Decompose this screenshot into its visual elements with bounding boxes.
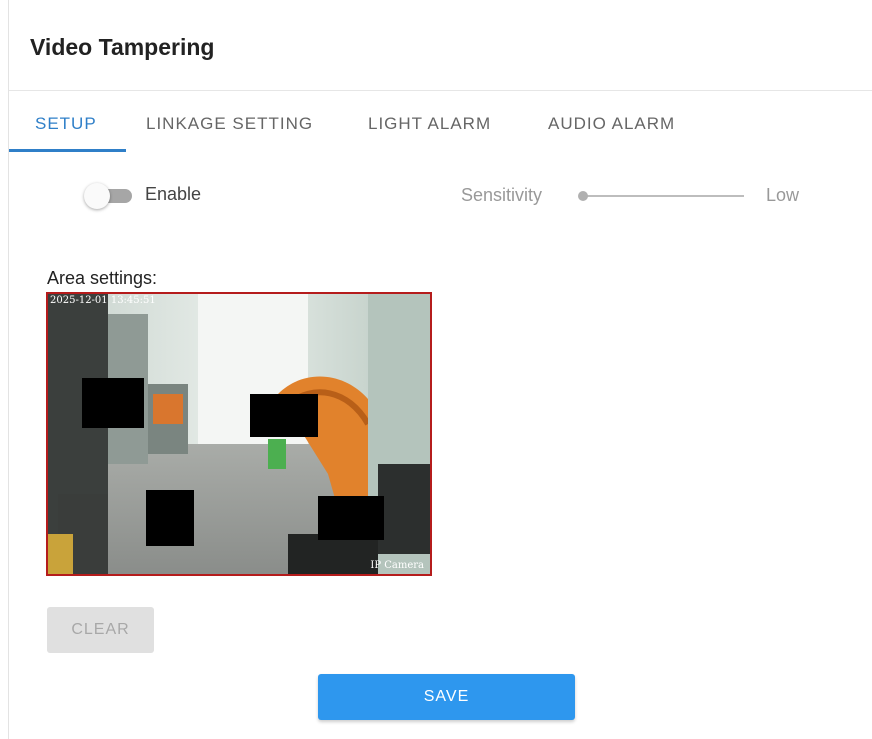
area-settings-label: Area settings: [47, 268, 158, 288]
slider-track [586, 195, 744, 197]
page-title: Video Tampering [30, 34, 215, 60]
tamper-mask-region[interactable] [250, 394, 318, 437]
enable-label: Enable [145, 184, 202, 204]
toggle-knob [84, 183, 110, 209]
sensitivity-label: Sensitivity [461, 185, 543, 205]
tab-audio-alarm[interactable]: AUDIO ALARM [548, 114, 675, 134]
tamper-mask-region[interactable] [146, 490, 194, 546]
sensitivity-slider[interactable] [578, 186, 744, 206]
slider-thumb[interactable] [578, 191, 588, 201]
enable-toggle[interactable] [84, 182, 134, 210]
video-tampering-page: Video Tampering SETUP LINKAGE SETTING LI… [0, 0, 872, 739]
header-divider [9, 90, 872, 91]
tamper-mask-region[interactable] [82, 378, 144, 428]
video-area-canvas[interactable]: 2025-12-01 13:45:51 IP Camera [46, 292, 432, 576]
tab-setup[interactable]: SETUP [35, 114, 97, 134]
video-camera-label: IP Camera [370, 560, 424, 571]
sensitivity-value-label: Low [766, 185, 800, 205]
video-timestamp: 2025-12-01 13:45:51 [50, 295, 156, 306]
tamper-mask-region[interactable] [318, 496, 384, 540]
tab-bar: SETUP LINKAGE SETTING LIGHT ALARM AUDIO … [9, 100, 872, 153]
save-button[interactable]: SAVE [318, 674, 575, 720]
tab-linkage-setting[interactable]: LINKAGE SETTING [146, 114, 313, 134]
active-tab-indicator [9, 149, 126, 152]
tab-light-alarm[interactable]: LIGHT ALARM [368, 114, 491, 134]
clear-button[interactable]: CLEAR [47, 607, 154, 653]
